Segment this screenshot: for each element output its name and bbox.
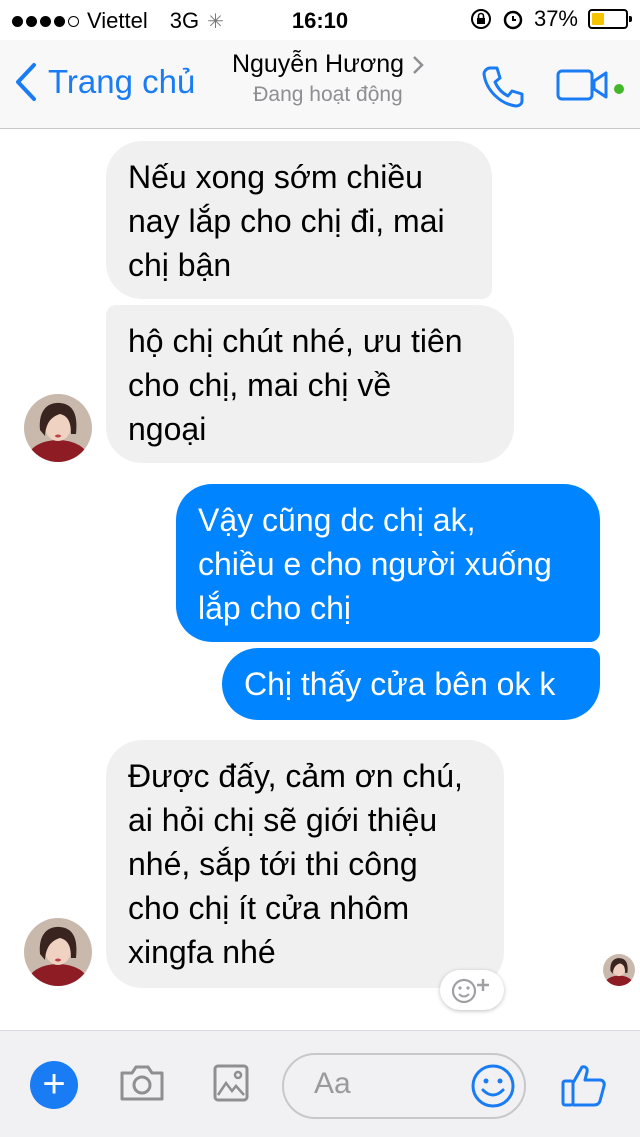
message-input-placeholder: Aa <box>314 1067 351 1100</box>
contact-name: Nguyễn Hương <box>231 50 405 78</box>
chevron-right-icon <box>413 55 424 74</box>
avatar-image <box>24 394 92 462</box>
plus-button[interactable]: + <box>30 1061 78 1109</box>
message-bubble-outgoing[interactable]: Chị thấy cửa bên ok k <box>222 648 600 720</box>
message-line: Chị thấy cửa bên ok k <box>244 666 556 702</box>
online-indicator <box>614 84 624 94</box>
message-line: Nếu xong sớm chiều <box>128 159 423 195</box>
message-line: Vậy cũng dc chị ak, <box>198 502 476 538</box>
conversation-title[interactable]: Nguyễn Hương Đang hoạt động <box>218 50 438 107</box>
camera-icon[interactable] <box>118 1063 166 1103</box>
contact-status: Đang hoạt động <box>253 83 403 106</box>
avatar-image <box>24 918 92 986</box>
message-line: cho chị, mai chị về <box>128 367 392 403</box>
composer-bar: + Aa <box>0 1030 640 1137</box>
message-bubble-incoming[interactable]: Được đấy, cảm ơn chú, ai hỏi chị sẽ giới… <box>106 740 504 988</box>
video-icon[interactable] <box>556 68 610 102</box>
navigation-bar: Trang chủ Nguyễn Hương Đang hoạt động <box>0 40 640 129</box>
message-line: hộ chị chút nhé, ưu tiên <box>128 323 463 359</box>
status-right: 37% <box>470 6 632 32</box>
message-line: chiều e cho người xuống <box>198 546 552 582</box>
message-line: chị bận <box>128 247 232 283</box>
seen-avatar-image <box>603 954 635 986</box>
message-bubble-outgoing[interactable]: Vậy cũng dc chị ak, chiều e cho người xu… <box>176 484 600 642</box>
emoji-icon[interactable] <box>470 1063 516 1109</box>
back-label: Trang chủ <box>48 63 196 100</box>
phone-icon[interactable] <box>480 64 526 110</box>
back-button[interactable]: Trang chủ <box>14 62 195 102</box>
message-line: nhé, sắp tới thi công <box>128 846 418 882</box>
contact-name-row: Nguyễn Hương <box>218 50 438 79</box>
contact-avatar[interactable] <box>24 918 92 986</box>
rotation-lock-icon <box>470 9 491 29</box>
add-reaction-button[interactable] <box>440 970 504 1010</box>
message-bubble-incoming[interactable]: Nếu xong sớm chiều nay lắp cho chị đi, m… <box>106 141 492 299</box>
gallery-icon[interactable] <box>212 1063 250 1103</box>
message-line: Được đấy, cảm ơn chú, <box>128 758 463 794</box>
message-line: ai hỏi chị sẽ giới thiệu <box>128 802 438 838</box>
seen-avatar <box>603 954 635 986</box>
add-reaction-icon <box>451 978 489 1004</box>
message-line: cho chị ít cửa nhôm <box>128 890 410 926</box>
plus-icon: + <box>42 1062 66 1106</box>
message-line: lắp cho chị <box>198 590 351 626</box>
contact-avatar[interactable] <box>24 394 92 462</box>
alarm-icon <box>503 10 523 30</box>
back-chevron-icon <box>16 63 36 101</box>
battery-icon <box>588 9 632 29</box>
message-line: nay lắp cho chị đi, mai <box>128 203 445 239</box>
message-bubble-incoming[interactable]: hộ chị chút nhé, ưu tiên cho chị, mai ch… <box>106 305 514 463</box>
message-line: ngoại <box>128 411 207 447</box>
battery-percent: 37% <box>533 6 578 31</box>
message-line: xingfa nhé <box>128 934 276 970</box>
thumbs-up-icon[interactable] <box>560 1061 608 1109</box>
status-bar: Viettel 3G ✳ 16:10 37% <box>0 0 640 40</box>
